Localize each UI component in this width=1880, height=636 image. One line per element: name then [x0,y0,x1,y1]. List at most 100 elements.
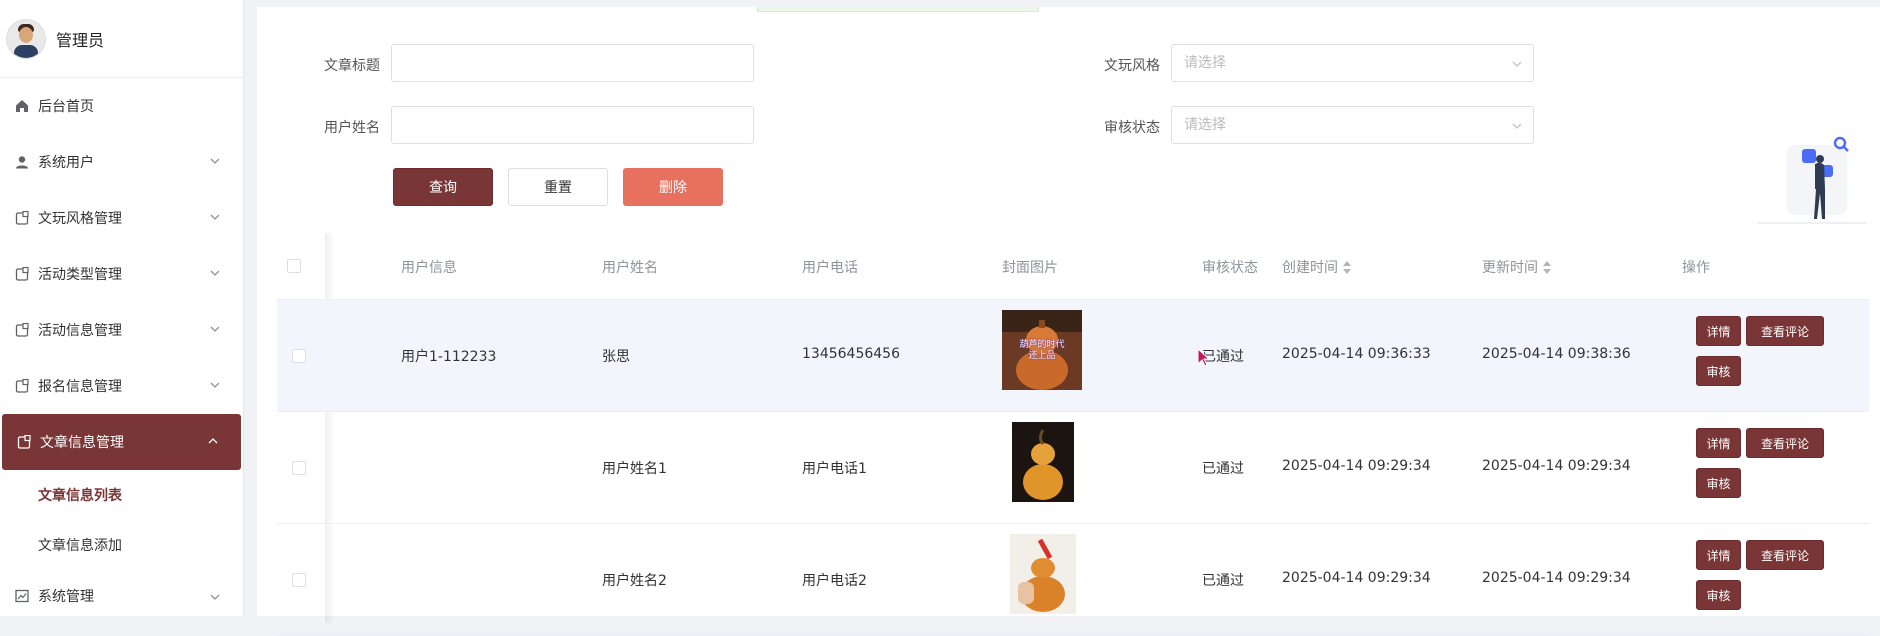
sidebar-item-activity-info[interactable]: 活动信息管理 [0,302,243,358]
sidebar-item-article-info[interactable]: 文章信息管理 [2,414,241,470]
style-select[interactable]: 请选择 [1171,44,1534,82]
user-panel: 管理员 [0,0,243,78]
sidebar-item-signup-info[interactable]: 报名信息管理 [0,358,243,414]
reset-button[interactable]: 重置 [508,168,608,206]
main-panel: 文章标题 用户姓名 文玩风格 请选择 审核状态 请选择 查询 重置 删除 用户信… [257,7,1880,636]
top-tab-strip [757,7,1039,12]
sidebar-subitem-article-add[interactable]: 文章信息添加 [0,520,243,570]
cell-created-time: 2025-04-14 09:29:34 [1282,458,1431,474]
chevron-up-icon [208,438,218,444]
cell-review-status: 已通过 [1202,573,1244,589]
article-title-label: 文章标题 [324,58,380,74]
detail-button[interactable]: 详情 [1696,428,1741,458]
chevron-down-icon [1512,123,1522,129]
view-comments-button[interactable]: 查看评论 [1746,316,1824,346]
sidebar-item-home[interactable]: 后台首页 [0,78,243,134]
cell-updated-time: 2025-04-14 09:38:36 [1482,346,1631,362]
cell-user-phone: 13456456456 [802,346,900,362]
sidebar-item-style-management[interactable]: 文玩风格管理 [0,190,243,246]
user-name: 管理员 [56,30,105,50]
header-user-info: 用户信息 [401,260,457,276]
chevron-down-icon [210,214,220,220]
header-updated-label: 更新时间 [1482,260,1538,276]
article-title-input[interactable] [391,44,754,82]
table-row[interactable]: 用户姓名1 用户电话1 已通过 2025-04-14 09:29:34 2025… [277,412,1869,524]
sort-icon[interactable] [1343,261,1351,275]
delete-button[interactable]: 删除 [623,168,723,206]
header-created-label: 创建时间 [1282,260,1338,276]
header-cover-image: 封面图片 [1002,260,1058,276]
detail-button[interactable]: 详情 [1696,316,1741,346]
detail-button[interactable]: 详情 [1696,540,1741,570]
table-row[interactable]: 用户姓名2 用户电话2 已通过 2025-04-14 09:29:34 2025… [277,524,1869,636]
cell-user-name: 用户姓名2 [602,573,667,589]
status-select[interactable]: 请选择 [1171,106,1534,144]
document-icon [14,210,30,226]
document-icon [14,266,30,282]
row-checkbox[interactable] [292,573,306,587]
chevron-down-icon [210,594,220,600]
sidebar-item-label: 后台首页 [38,99,94,115]
header-user-phone: 用户电话 [802,260,858,276]
mouse-cursor-icon [1197,348,1211,367]
table-header: 用户信息 用户姓名 用户电话 封面图片 审核状态 创建时间 更新时间 操作 [277,233,1869,300]
cell-created-time: 2025-04-14 09:36:33 [1282,346,1431,362]
cover-thumbnail[interactable] [1012,422,1074,502]
chevron-down-icon [210,326,220,332]
cell-review-status: 已通过 [1202,461,1244,477]
sidebar-item-label: 系统用户 [38,155,94,171]
header-created-time[interactable]: 创建时间 [1282,257,1351,277]
sidebar-item-label: 文章信息管理 [40,435,124,451]
style-select-placeholder: 请选择 [1184,55,1226,71]
header-user-name: 用户姓名 [602,260,658,276]
review-button[interactable]: 审核 [1696,356,1741,386]
sidebar-subitem-article-list[interactable]: 文章信息列表 [0,470,243,520]
user-icon [14,154,30,170]
sidebar-item-label: 活动信息管理 [38,323,122,339]
home-icon [14,98,30,114]
header-updated-time[interactable]: 更新时间 [1482,257,1551,277]
sidebar-item-system-users[interactable]: 系统用户 [0,134,243,190]
status-label: 审核状态 [1104,120,1160,136]
avatar[interactable] [6,18,46,59]
cell-updated-time: 2025-04-14 09:29:34 [1482,570,1631,586]
chevron-down-icon [1512,61,1522,67]
thumbnail-caption: 葫芦的时代 还上品 [1019,340,1065,361]
style-label: 文玩风格 [1104,58,1160,74]
sidebar-item-label: 活动类型管理 [38,267,122,283]
cover-thumbnail[interactable] [1010,534,1076,614]
row-checkbox[interactable] [292,461,306,475]
view-comments-button[interactable]: 查看评论 [1746,428,1824,458]
query-button[interactable]: 查询 [393,168,493,206]
cell-user-phone: 用户电话2 [802,573,867,589]
cell-user-info: 用户1-112233 [401,349,497,365]
search-person-illustration [1757,136,1867,224]
sidebar-item-label: 文玩风格管理 [38,211,122,227]
document-icon [14,378,30,394]
document-icon [16,434,32,450]
status-select-placeholder: 请选择 [1184,117,1226,133]
chevron-down-icon [210,270,220,276]
header-operations: 操作 [1682,260,1710,276]
cell-created-time: 2025-04-14 09:29:34 [1282,570,1431,586]
table-row[interactable]: 用户1-112233 张思 13456456456 葫芦的时代 还上品 已通过 … [277,300,1869,412]
sidebar-item-system-management[interactable]: 系统管理 [0,570,243,622]
article-table: 用户信息 用户姓名 用户电话 封面图片 审核状态 创建时间 更新时间 操作 用户… [277,233,1869,636]
cell-user-phone: 用户电话1 [802,461,867,477]
chart-icon [14,588,30,604]
user-name-label: 用户姓名 [324,120,380,136]
select-all-checkbox[interactable] [287,259,301,273]
cell-user-name: 张思 [602,349,630,365]
cell-updated-time: 2025-04-14 09:29:34 [1482,458,1631,474]
sidebar: 管理员 后台首页 系统用户 文玩风格管理 活动类型管理 活动信息管理 报名信息管… [0,0,244,616]
header-review-status: 审核状态 [1202,260,1258,276]
user-name-input[interactable] [391,106,754,144]
review-button[interactable]: 审核 [1696,580,1741,610]
sidebar-item-activity-type[interactable]: 活动类型管理 [0,246,243,302]
view-comments-button[interactable]: 查看评论 [1746,540,1824,570]
review-button[interactable]: 审核 [1696,468,1741,498]
row-checkbox[interactable] [292,349,306,363]
sort-icon[interactable] [1543,261,1551,275]
document-icon [14,322,30,338]
cover-thumbnail[interactable]: 葫芦的时代 还上品 [1002,310,1082,390]
